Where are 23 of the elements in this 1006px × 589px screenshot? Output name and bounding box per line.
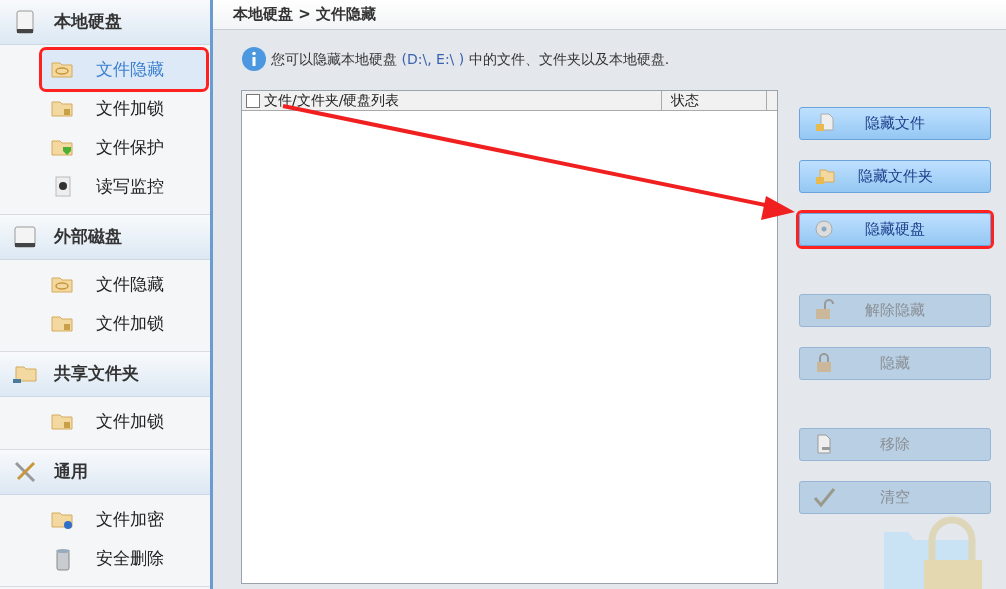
section-icon (12, 459, 38, 485)
sidebar-item[interactable]: 文件加密 (0, 500, 210, 539)
column-header[interactable]: 文件/文件夹/硬盘列表 (242, 91, 662, 110)
sidebar-item[interactable]: 安全删除 (0, 539, 210, 578)
sidebar-item[interactable]: 文件保护 (0, 128, 210, 167)
breadcrumb: 本地硬盘 > 文件隐藏 (213, 0, 1006, 30)
info-text: 您可以隐藏本地硬盘 (D:\, E:\ ) 中的文件、文件夹以及本地硬盘. (271, 49, 670, 69)
sidebar-item[interactable]: 读写监控 (0, 167, 210, 206)
action-button[interactable]: 隐藏硬盘 (799, 213, 991, 246)
sidebar-section-header[interactable]: 外部磁盘 (0, 215, 210, 260)
select-all-checkbox[interactable] (246, 93, 260, 108)
sidebar-item[interactable]: 文件隐藏 (0, 265, 210, 304)
sidebar-section-header[interactable]: 本地硬盘 (0, 0, 210, 45)
action-button[interactable]: 隐藏文件 (799, 107, 991, 140)
action-button[interactable]: 隐藏文件夹 (799, 160, 991, 193)
section-icon (12, 224, 38, 250)
info-icon (241, 46, 267, 72)
sidebar-item[interactable]: 文件加锁 (0, 304, 210, 343)
sidebar-item[interactable]: 文件加锁 (0, 89, 210, 128)
sidebar-section-header[interactable]: 共享文件夹 (0, 352, 210, 397)
sidebar-item[interactable]: 文件加锁 (0, 402, 210, 441)
column-header[interactable]: 状态 (662, 91, 767, 110)
sidebar-section-header[interactable]: 通用 (0, 450, 210, 495)
